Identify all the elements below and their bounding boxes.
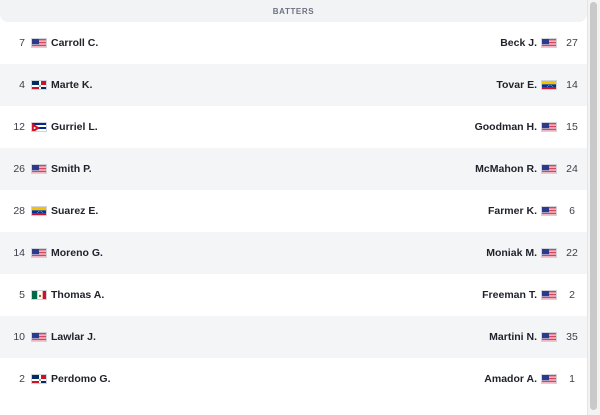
ve-flag-icon: [31, 206, 47, 216]
player-row[interactable]: 12 Gurriel L. Goodman H. 15: [0, 106, 587, 148]
player-row[interactable]: 5 Thomas A. Freeman T. 2: [0, 274, 587, 316]
home-player[interactable]: McMahon R. 24: [475, 163, 587, 175]
player-name[interactable]: Thomas A.: [51, 289, 104, 301]
player-row[interactable]: 26 Smith P. McMahon R. 24: [0, 148, 587, 190]
section-header: BATTERS: [0, 0, 587, 22]
player-name[interactable]: Martini N.: [489, 331, 537, 343]
player-row[interactable]: 28 Suarez E. Farmer K. 6: [0, 190, 587, 232]
player-name[interactable]: Beck J.: [500, 37, 537, 49]
home-player[interactable]: Freeman T. 2: [482, 289, 587, 301]
us-flag-icon: [541, 206, 557, 216]
home-player[interactable]: Martini N. 35: [489, 331, 587, 343]
us-flag-icon: [31, 38, 47, 48]
jersey-number: 15: [566, 121, 578, 133]
jersey-number: 35: [566, 331, 578, 343]
player-name[interactable]: Tovar E.: [496, 79, 537, 91]
us-flag-icon: [541, 332, 557, 342]
ve-flag-icon: [541, 80, 557, 90]
jersey-number: 12: [13, 121, 25, 133]
away-player[interactable]: 4 Marte K.: [0, 79, 92, 91]
away-player[interactable]: 7 Carroll C.: [0, 37, 98, 49]
batters-list: 7 Carroll C. Beck J. 27 4 Marte K. Tovar…: [0, 22, 587, 400]
away-player[interactable]: 12 Gurriel L.: [0, 121, 98, 133]
jersey-number: 24: [566, 163, 578, 175]
jersey-number: 1: [569, 373, 575, 385]
us-flag-icon: [31, 332, 47, 342]
jersey-number: 14: [566, 79, 578, 91]
away-player[interactable]: 2 Perdomo G.: [0, 373, 111, 385]
player-name[interactable]: Carroll C.: [51, 37, 98, 49]
player-row[interactable]: 4 Marte K. Tovar E. 14: [0, 64, 587, 106]
player-row[interactable]: 10 Lawlar J. Martini N. 35: [0, 316, 587, 358]
home-player[interactable]: Moniak M. 22: [486, 247, 587, 259]
us-flag-icon: [541, 290, 557, 300]
away-player[interactable]: 10 Lawlar J.: [0, 331, 96, 343]
jersey-number: 27: [566, 37, 578, 49]
home-player[interactable]: Tovar E. 14: [496, 79, 587, 91]
home-player[interactable]: Goodman H. 15: [475, 121, 587, 133]
us-flag-icon: [541, 374, 557, 384]
jersey-number: 28: [13, 205, 25, 217]
us-flag-icon: [541, 248, 557, 258]
home-player[interactable]: Beck J. 27: [500, 37, 587, 49]
jersey-number: 26: [13, 163, 25, 175]
away-player[interactable]: 14 Moreno G.: [0, 247, 103, 259]
us-flag-icon: [541, 122, 557, 132]
player-name[interactable]: Amador A.: [484, 373, 537, 385]
jersey-number: 7: [19, 37, 25, 49]
player-name[interactable]: McMahon R.: [475, 163, 537, 175]
jersey-number: 10: [13, 331, 25, 343]
jersey-number: 2: [19, 373, 25, 385]
player-row[interactable]: 2 Perdomo G. Amador A. 1: [0, 358, 587, 400]
jersey-number: 14: [13, 247, 25, 259]
player-name[interactable]: Farmer K.: [488, 205, 537, 217]
away-player[interactable]: 28 Suarez E.: [0, 205, 98, 217]
us-flag-icon: [31, 164, 47, 174]
us-flag-icon: [541, 38, 557, 48]
player-name[interactable]: Goodman H.: [475, 121, 537, 133]
jersey-number: 6: [569, 205, 575, 217]
us-flag-icon: [31, 248, 47, 258]
jersey-number: 4: [19, 79, 25, 91]
player-name[interactable]: Lawlar J.: [51, 331, 96, 343]
player-row[interactable]: 7 Carroll C. Beck J. 27: [0, 22, 587, 64]
player-name[interactable]: Freeman T.: [482, 289, 537, 301]
player-name[interactable]: Moniak M.: [486, 247, 537, 259]
do-flag-icon: [31, 374, 47, 384]
home-player[interactable]: Farmer K. 6: [488, 205, 587, 217]
us-flag-icon: [541, 164, 557, 174]
scrollbar-thumb[interactable]: [590, 2, 597, 410]
player-name[interactable]: Suarez E.: [51, 205, 98, 217]
batters-panel: BATTERS 7 Carroll C. Beck J. 27 4 Marte …: [0, 0, 587, 415]
player-name[interactable]: Gurriel L.: [51, 121, 98, 133]
player-name[interactable]: Marte K.: [51, 79, 92, 91]
away-player[interactable]: 26 Smith P.: [0, 163, 92, 175]
jersey-number: 2: [569, 289, 575, 301]
jersey-number: 5: [19, 289, 25, 301]
mx-flag-icon: [31, 290, 47, 300]
player-name[interactable]: Perdomo G.: [51, 373, 111, 385]
section-title: BATTERS: [272, 6, 315, 16]
home-player[interactable]: Amador A. 1: [484, 373, 587, 385]
do-flag-icon: [31, 80, 47, 90]
scrollbar[interactable]: [587, 0, 600, 415]
player-name[interactable]: Smith P.: [51, 163, 92, 175]
cu-flag-icon: [31, 122, 47, 132]
jersey-number: 22: [566, 247, 578, 259]
away-player[interactable]: 5 Thomas A.: [0, 289, 104, 301]
player-row[interactable]: 14 Moreno G. Moniak M. 22: [0, 232, 587, 274]
player-name[interactable]: Moreno G.: [51, 247, 103, 259]
